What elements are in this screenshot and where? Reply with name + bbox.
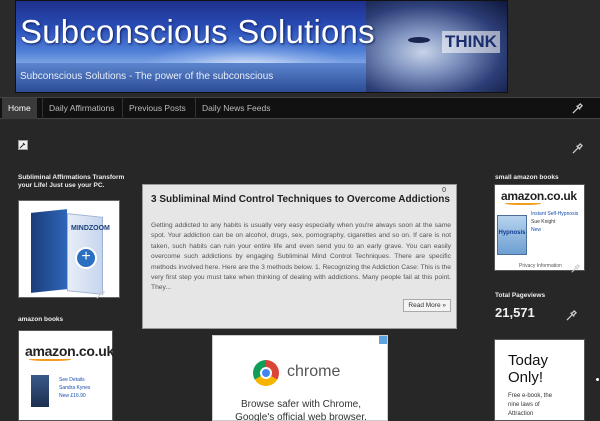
book-author: Sandra Kynes [59, 385, 91, 391]
tab-home[interactable]: Home [2, 98, 37, 119]
today-ad-line1: Today [508, 352, 549, 369]
tab-daily-affirmations[interactable]: Daily Affirmations [42, 98, 121, 119]
free-ebook-ad[interactable]: Today Only! Free e-book, the nine laws o… [494, 339, 585, 421]
post-title[interactable]: 3 Subliminal Mind Control Techniques to … [151, 194, 451, 205]
book-link[interactable]: Instant Self-Hypnosis [531, 211, 578, 217]
book-cover-image[interactable] [31, 375, 49, 407]
amazon-smile-icon [505, 201, 541, 205]
edit-tools-icon[interactable] [96, 290, 105, 299]
tab-daily-news-feeds[interactable]: Daily News Feeds [195, 98, 277, 119]
tab-previous-posts[interactable]: Previous Posts [122, 98, 192, 119]
today-ad-line4: nine laws of [508, 402, 540, 408]
chrome-ad[interactable]: chrome Browse safer with Chrome, Google'… [212, 335, 388, 421]
hypnosis-book-cover[interactable]: Hypnosis [497, 215, 527, 255]
quick-edit-icon[interactable] [18, 140, 28, 150]
pageviews-count: 21,571 [495, 305, 535, 320]
amazon-smile-icon [29, 357, 71, 361]
banner-face-image: THINK [366, 1, 507, 92]
nav-bar: Home Daily Affirmations Previous Posts D… [0, 97, 600, 119]
pageviews-title: Total Pageviews [495, 292, 546, 299]
book-link[interactable]: See Details [59, 377, 85, 383]
edit-tools-icon[interactable] [572, 143, 583, 154]
post-excerpt: Getting addicted to any habits is usuall… [151, 222, 451, 292]
chrome-logo-icon [253, 360, 279, 386]
comment-count[interactable]: 0 [442, 187, 446, 194]
edit-tools-icon[interactable] [571, 264, 580, 273]
book-status: New [531, 227, 542, 233]
mindzoom-ad-image[interactable]: MINDZOOM + [18, 200, 120, 298]
mindzoom-box-side [31, 209, 67, 293]
think-label: THINK [442, 31, 500, 53]
chrome-ad-line2: Google's official web browser. [235, 412, 367, 421]
read-more-button[interactable]: Read More » [403, 299, 451, 312]
edit-tools-icon[interactable] [572, 103, 583, 114]
ad-choices-icon[interactable] [379, 336, 387, 344]
small-amazon-books-title: small amazon books [495, 174, 559, 181]
subliminal-widget-title: Subliminal Affirmations Transform your L… [18, 174, 125, 189]
today-ad-line5: Attraction [508, 411, 534, 417]
scroll-indicator [596, 378, 599, 381]
header-banner[interactable]: THINK Subconscious Solutions Subconsciou… [15, 0, 508, 93]
today-ad-line3: Free e-book, the [508, 393, 553, 399]
chrome-brand: chrome [287, 363, 341, 380]
amazon-books-widget-title: amazon books [18, 316, 64, 323]
book-price: New £16.90 [59, 393, 86, 399]
face-eye [408, 37, 430, 43]
chrome-ad-line1: Browse safer with Chrome, [240, 399, 362, 410]
mindzoom-label: MINDZOOM [71, 225, 110, 232]
small-amazon-books-widget[interactable]: amazon.co.uk Hypnosis Instant Self-Hypno… [494, 184, 585, 271]
site-title[interactable]: Subconscious Solutions [20, 13, 375, 51]
today-ad-line2: Only! [508, 369, 544, 386]
amazon-books-widget[interactable]: amazon.co.uk See Details Sandra Kynes Ne… [18, 330, 114, 421]
book-author: Sue Knight [531, 219, 556, 225]
edit-tools-icon[interactable] [566, 310, 577, 321]
blog-post: 0 3 Subliminal Mind Control Techniques t… [142, 184, 457, 329]
plus-icon: + [75, 247, 97, 269]
site-tagline: Subconscious Solutions - The power of th… [20, 71, 274, 82]
privacy-link[interactable]: Privacy Information [519, 263, 562, 269]
